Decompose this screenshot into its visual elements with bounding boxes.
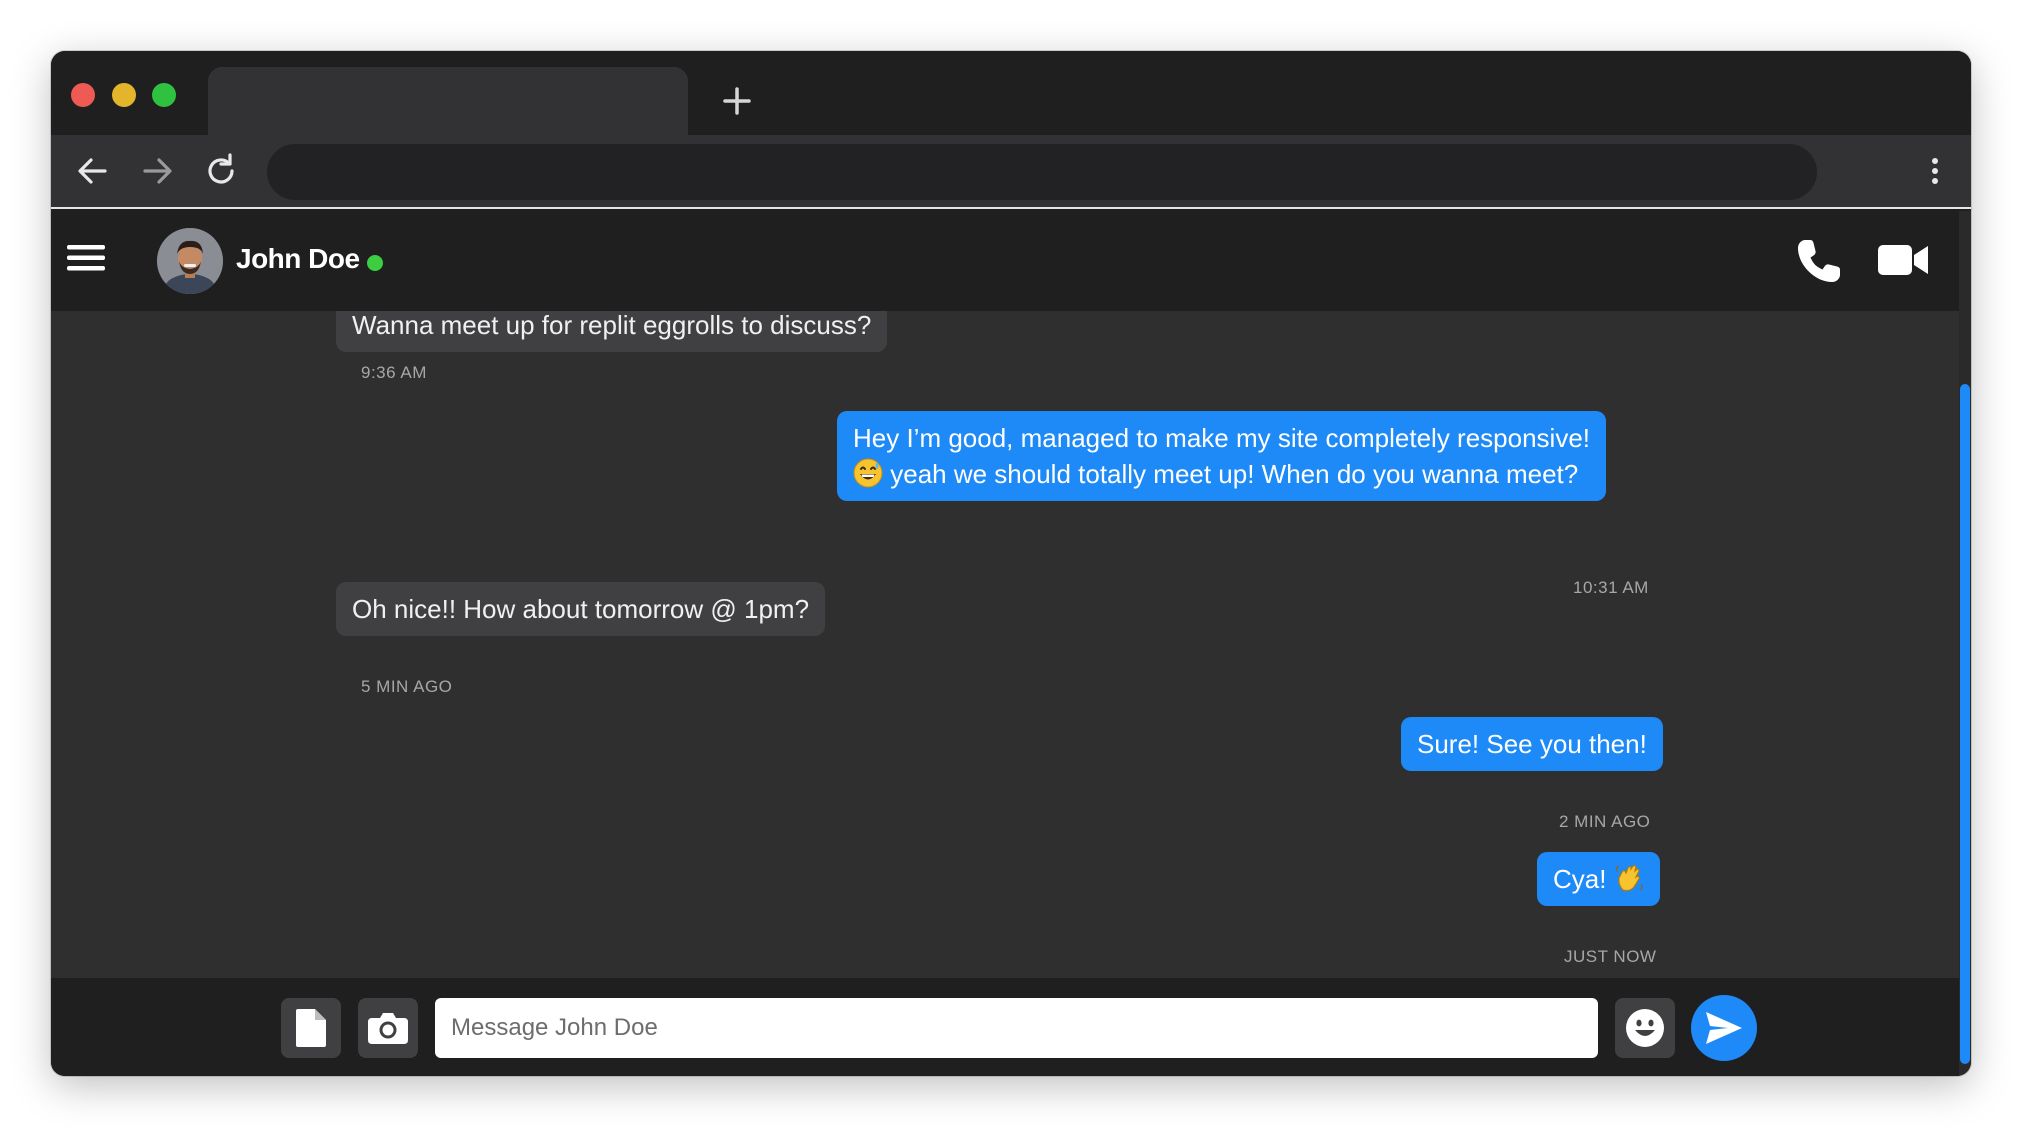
close-window-icon[interactable]: [71, 83, 95, 107]
send-button[interactable]: [1691, 995, 1757, 1061]
message-timestamp: 9:36 AM: [361, 363, 427, 382]
message-timestamp: JUST NOW: [1564, 947, 1657, 966]
message-text-line-2-wrap: yeah we should totally meet up! When do …: [853, 456, 1590, 492]
chat-header: John Doe: [51, 211, 1959, 311]
browser-toolbar: [51, 135, 1971, 209]
message-timestamp: 10:31 AM: [1573, 578, 1649, 597]
contact-name[interactable]: John Doe: [236, 243, 360, 275]
video-camera-icon[interactable]: [1878, 241, 1930, 279]
message-bubble-incoming[interactable]: Wanna meet up for replit eggrolls to dis…: [336, 311, 888, 352]
arrow-right-icon[interactable]: [135, 149, 179, 193]
grinning-sweat-emoji: [853, 458, 883, 488]
message-bubble-incoming[interactable]: Oh nice!! How about tomorrow @ 1pm?: [336, 582, 826, 636]
message-list[interactable]: Wanna meet up for replit eggrolls to dis…: [51, 311, 1959, 978]
smiley-icon: [1626, 1009, 1664, 1047]
minimize-window-icon[interactable]: [112, 83, 136, 107]
message-bubble-outgoing[interactable]: Cya!: [1537, 852, 1660, 906]
message-timestamp: 5 MIN AGO: [361, 677, 453, 696]
message-text-line-2: yeah we should totally meet up! When do …: [890, 459, 1579, 489]
message-text: Wanna meet up for replit eggrolls to dis…: [352, 311, 872, 340]
reload-icon[interactable]: [199, 149, 243, 193]
arrow-left-icon[interactable]: [71, 149, 115, 193]
message-timestamp: 2 MIN AGO: [1559, 812, 1651, 831]
message-input[interactable]: [435, 998, 1598, 1058]
message-text-line-1: Hey I’m good, managed to make my site co…: [853, 423, 1591, 453]
message-text: Cya!: [1553, 864, 1607, 894]
message-bubble-outgoing[interactable]: Hey I’m good, managed to make my site co…: [837, 411, 1607, 501]
message-bubble-outgoing[interactable]: Sure! See you then!: [1401, 717, 1663, 771]
send-icon: [1706, 1012, 1742, 1044]
chat-app: John Doe Wanna meet up for replit eggrol…: [51, 211, 1971, 1076]
attach-file-button[interactable]: [281, 998, 341, 1058]
browser-tab[interactable]: [208, 67, 688, 135]
hamburger-icon[interactable]: [67, 245, 105, 271]
camera-button[interactable]: [358, 998, 418, 1058]
message-composer: [51, 978, 1959, 1076]
avatar-portrait: [157, 228, 223, 294]
message-text: Oh nice!! How about tomorrow @ 1pm?: [352, 594, 810, 624]
browser-window: John Doe Wanna meet up for replit eggrol…: [51, 51, 1971, 1076]
scrollbar-thumb[interactable]: [1960, 384, 1970, 1064]
online-status-indicator: [367, 255, 383, 271]
avatar[interactable]: [157, 228, 223, 294]
phone-icon[interactable]: [1795, 237, 1843, 285]
maximize-window-icon[interactable]: [152, 83, 176, 107]
kebab-icon[interactable]: [1925, 149, 1945, 193]
message-text: Sure! See you then!: [1417, 729, 1647, 759]
address-bar[interactable]: [267, 144, 1817, 200]
file-icon: [296, 1009, 326, 1047]
plus-icon[interactable]: [717, 81, 757, 121]
waving-hand-emoji: [1615, 865, 1643, 892]
scrollbar[interactable]: [1959, 211, 1971, 1076]
tab-bar: [51, 51, 1971, 135]
emoji-button[interactable]: [1615, 998, 1675, 1058]
camera-icon: [368, 1013, 408, 1044]
